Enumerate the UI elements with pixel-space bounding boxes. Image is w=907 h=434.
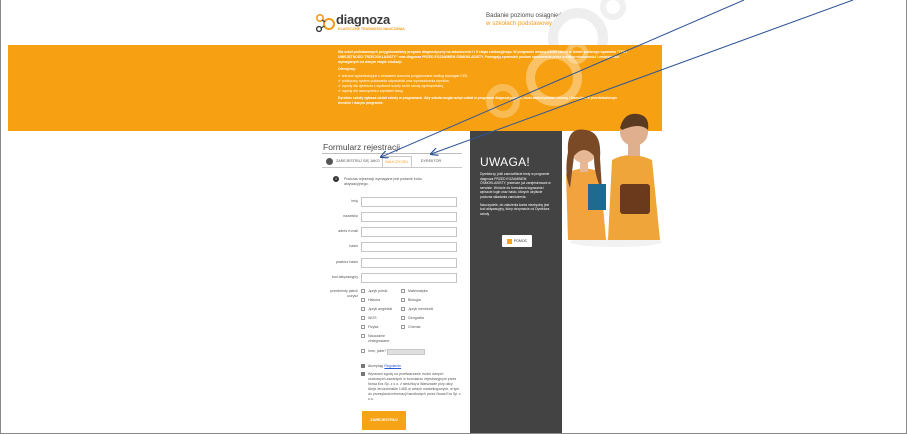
annotation-arrow [431,0,854,154]
annotation-arrows [0,0,854,434]
annotation-arrow [381,0,745,157]
